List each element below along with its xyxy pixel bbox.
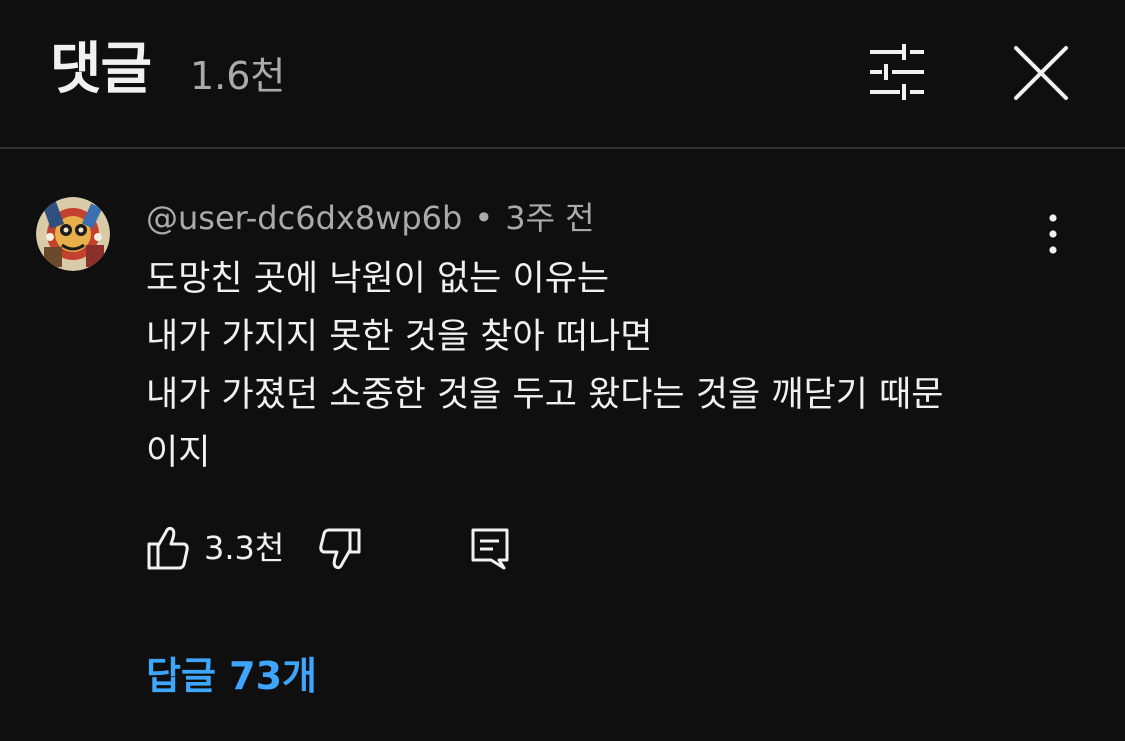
comments-header: 댓글 1.6천 — [0, 0, 1125, 149]
avatar[interactable] — [36, 197, 110, 271]
meta-separator: • — [474, 199, 494, 237]
comment-line: 내가 가지지 못한 것을 찾아 떠나면 — [146, 317, 653, 357]
replies-link[interactable]: 답글 73개 — [146, 650, 317, 702]
comment-line: 도망친 곳에 낙원이 없는 이유는 — [146, 259, 610, 299]
thumbs-down-icon — [319, 528, 361, 570]
like-count: 3.3천 — [204, 529, 285, 567]
comments-title: 댓글 — [50, 37, 152, 102]
comment-text: 도망친 곳에 낙원이 없는 이유는 내가 가지지 못한 것을 찾아 떠나면 내가… — [146, 250, 1046, 482]
close-icon — [1014, 46, 1068, 100]
comments-count: 1.6천 — [190, 54, 286, 98]
close-button[interactable] — [1008, 40, 1074, 106]
sort-filter-button[interactable] — [864, 42, 930, 102]
reply-button[interactable] — [468, 524, 512, 572]
comment-time: 3주 전 — [505, 199, 595, 237]
comment-line: 내가 가졌던 소중한 것을 두고 왔다는 것을 깨닫기 때문 — [146, 375, 944, 415]
dislike-button[interactable] — [318, 524, 362, 572]
reply-comment-icon — [471, 528, 509, 570]
like-button[interactable] — [146, 524, 190, 572]
thumbs-up-icon — [147, 526, 189, 570]
comment-meta: @user-dc6dx8wp6b • 3주 전 — [146, 196, 595, 240]
sliders-icon — [870, 44, 924, 100]
comment-line: 이지 — [146, 433, 211, 473]
comment-author[interactable]: @user-dc6dx8wp6b — [146, 199, 462, 237]
